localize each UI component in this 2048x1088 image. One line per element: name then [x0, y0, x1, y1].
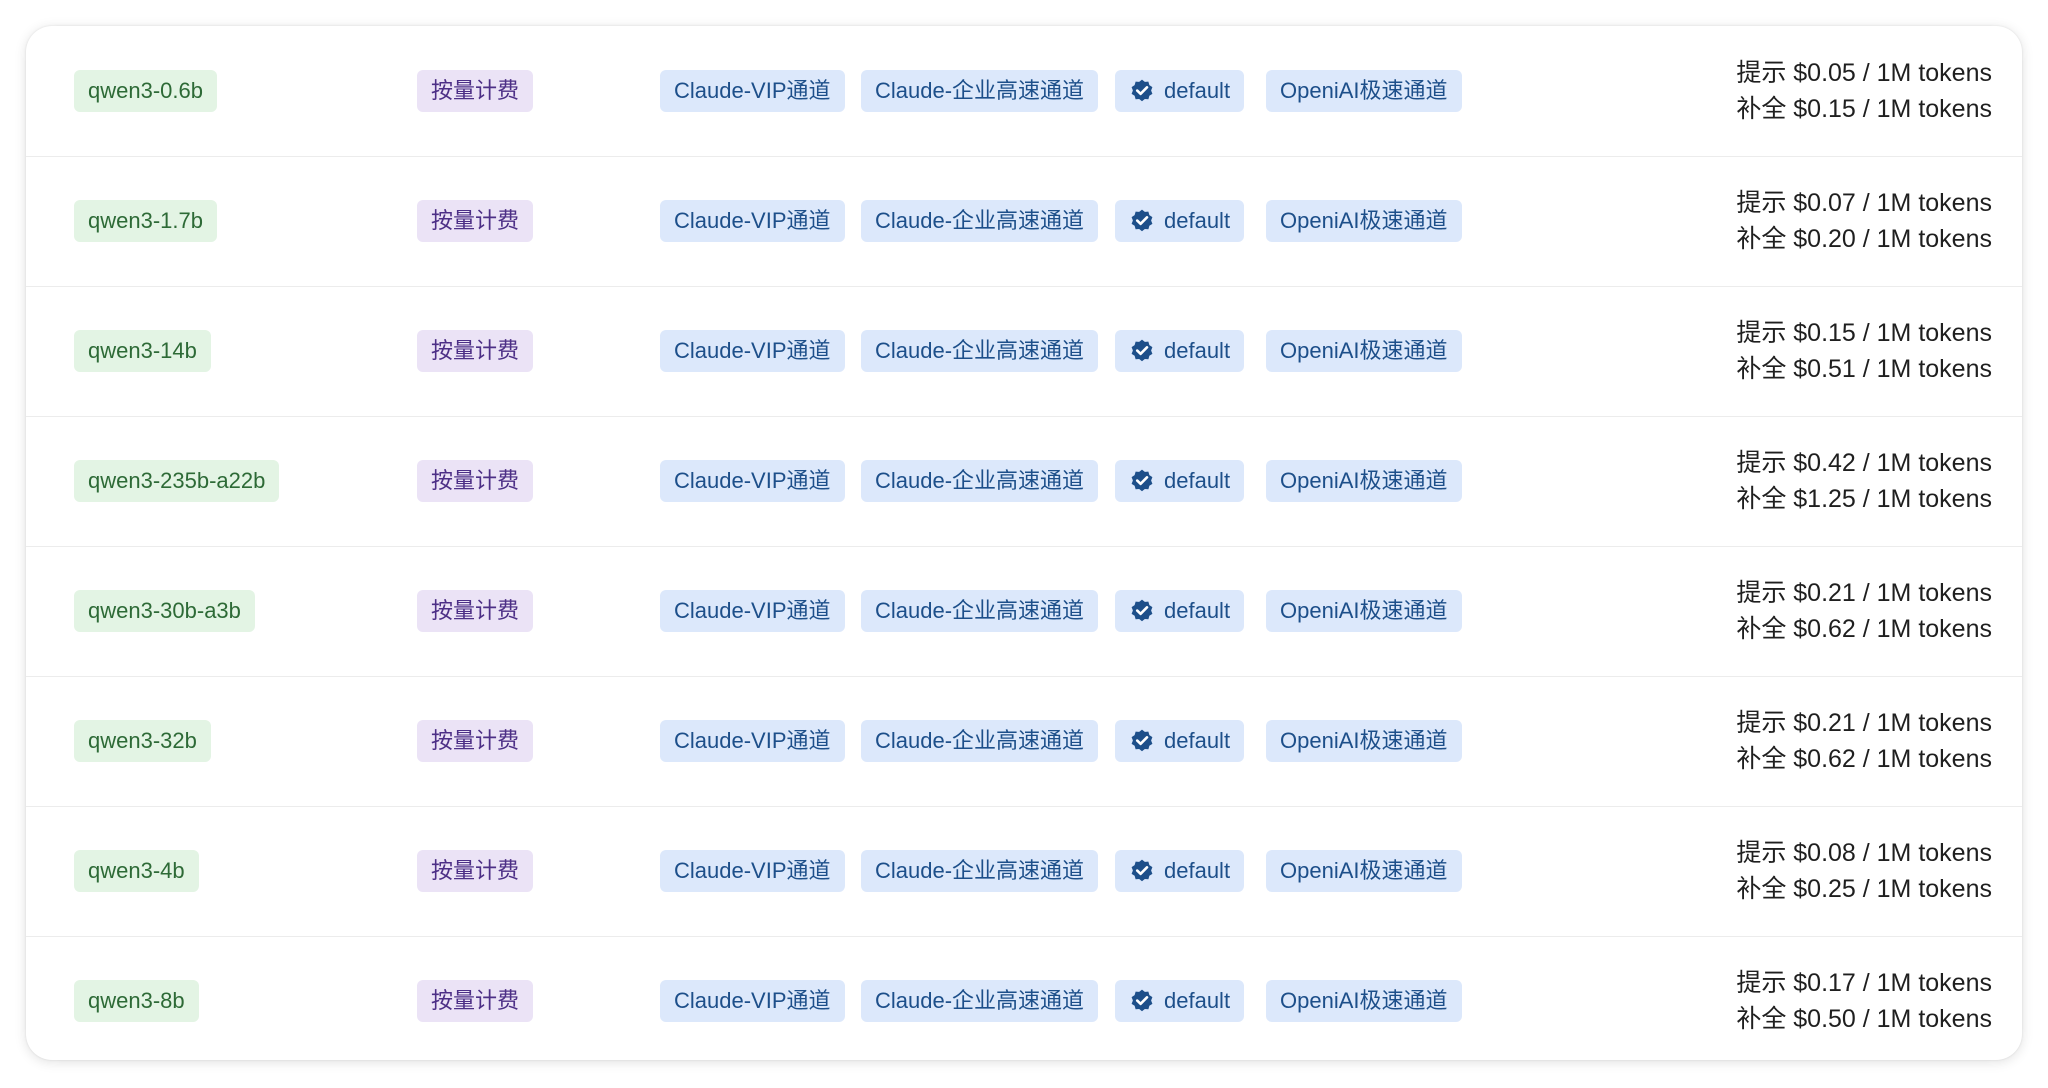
group-tag-default[interactable]: default [1115, 720, 1245, 762]
pricing-table: qwen3-0.6b 按量计费 Claude-VIP通道 Claude-企业高速… [26, 26, 2022, 1060]
completion-price: 补全 $0.50 / 1M tokens [1736, 1005, 1992, 1033]
group-tag-claude-enterprise[interactable]: Claude-企业高速通道 [861, 70, 1099, 112]
group-tag-openai-fast[interactable]: OpeniAI极速通道 [1266, 70, 1462, 112]
group-tag-claude-vip[interactable]: Claude-VIP通道 [660, 590, 845, 632]
group-tag-default-label: default [1164, 598, 1231, 623]
prompt-price: 提示 $0.08 / 1M tokens [1736, 839, 1992, 867]
model-name-tag[interactable]: qwen3-235b-a22b [74, 460, 280, 502]
completion-price: 补全 $0.20 / 1M tokens [1736, 225, 1992, 253]
completion-price: 补全 $0.15 / 1M tokens [1736, 95, 1992, 123]
group-tag-default[interactable]: default [1115, 590, 1245, 632]
price-info: 提示 $0.07 / 1M tokens 补全 $0.20 / 1M token… [1736, 185, 1992, 257]
group-tag-default-label: default [1164, 988, 1231, 1013]
group-tag-openai-fast[interactable]: OpeniAI极速通道 [1266, 590, 1462, 632]
group-tag-claude-vip[interactable]: Claude-VIP通道 [660, 460, 845, 502]
table-row[interactable]: qwen3-14b 按量计费 Claude-VIP通道 Claude-企业高速通… [26, 286, 2022, 417]
group-tag-claude-vip[interactable]: Claude-VIP通道 [660, 330, 845, 372]
group-tag-claude-vip[interactable]: Claude-VIP通道 [660, 720, 845, 762]
billing-type-tag: 按量计费 [417, 850, 534, 892]
prompt-price: 提示 $0.05 / 1M tokens [1736, 59, 1992, 87]
prompt-price: 提示 $0.15 / 1M tokens [1736, 319, 1992, 347]
group-tag-openai-fast[interactable]: OpeniAI极速通道 [1266, 200, 1462, 242]
price-info: 提示 $0.05 / 1M tokens 补全 $0.15 / 1M token… [1736, 55, 1992, 127]
model-name-tag[interactable]: qwen3-1.7b [74, 200, 217, 242]
group-tag-default-label: default [1164, 208, 1231, 233]
group-tag-default[interactable]: default [1115, 200, 1245, 242]
group-tag-openai-fast[interactable]: OpeniAI极速通道 [1266, 330, 1462, 372]
price-info: 提示 $0.21 / 1M tokens 补全 $0.62 / 1M token… [1736, 705, 1992, 777]
billing-type-tag: 按量计费 [417, 720, 534, 762]
price-info: 提示 $0.15 / 1M tokens 补全 $0.51 / 1M token… [1736, 315, 1992, 387]
model-name-tag[interactable]: qwen3-14b [74, 330, 211, 372]
table-row[interactable]: qwen3-30b-a3b 按量计费 Claude-VIP通道 Claude-企… [26, 546, 2022, 677]
group-tag-claude-vip[interactable]: Claude-VIP通道 [660, 980, 845, 1022]
completion-price: 补全 $0.62 / 1M tokens [1736, 615, 1992, 643]
group-tag-claude-vip[interactable]: Claude-VIP通道 [660, 70, 845, 112]
group-tag-claude-enterprise[interactable]: Claude-企业高速通道 [861, 590, 1099, 632]
billing-type-tag: 按量计费 [417, 980, 534, 1022]
billing-type-tag: 按量计费 [417, 200, 534, 242]
table-row[interactable]: qwen3-8b 按量计费 Claude-VIP通道 Claude-企业高速通道… [26, 936, 2022, 1060]
group-tag-default-label: default [1164, 468, 1231, 493]
billing-type-tag: 按量计费 [417, 330, 534, 372]
billing-type-tag: 按量计费 [417, 590, 534, 632]
price-info: 提示 $0.17 / 1M tokens 补全 $0.50 / 1M token… [1736, 965, 1992, 1037]
completion-price: 补全 $0.25 / 1M tokens [1736, 875, 1992, 903]
verified-check-icon [1131, 469, 1153, 492]
group-tag-openai-fast[interactable]: OpeniAI极速通道 [1266, 460, 1462, 502]
verified-check-icon [1131, 859, 1153, 882]
group-tag-default-label: default [1164, 728, 1231, 753]
table-row[interactable]: qwen3-235b-a22b 按量计费 Claude-VIP通道 Claude… [26, 416, 2022, 547]
group-tag-openai-fast[interactable]: OpeniAI极速通道 [1266, 980, 1462, 1022]
verified-check-icon [1131, 599, 1153, 622]
group-tag-default[interactable]: default [1115, 980, 1245, 1022]
group-tag-default[interactable]: default [1115, 330, 1245, 372]
price-info: 提示 $0.08 / 1M tokens 补全 $0.25 / 1M token… [1736, 835, 1992, 907]
table-row[interactable]: qwen3-1.7b 按量计费 Claude-VIP通道 Claude-企业高速… [26, 156, 2022, 287]
completion-price: 补全 $1.25 / 1M tokens [1736, 485, 1992, 513]
model-name-tag[interactable]: qwen3-30b-a3b [74, 590, 255, 632]
price-info: 提示 $0.21 / 1M tokens 补全 $0.62 / 1M token… [1736, 575, 1992, 647]
verified-check-icon [1131, 209, 1153, 232]
group-tag-claude-enterprise[interactable]: Claude-企业高速通道 [861, 850, 1099, 892]
group-tag-default-label: default [1164, 338, 1231, 363]
model-name-tag[interactable]: qwen3-32b [74, 720, 211, 762]
group-tag-default[interactable]: default [1115, 850, 1245, 892]
group-tag-default[interactable]: default [1115, 70, 1245, 112]
prompt-price: 提示 $0.21 / 1M tokens [1736, 579, 1992, 607]
group-tag-claude-enterprise[interactable]: Claude-企业高速通道 [861, 460, 1099, 502]
completion-price: 补全 $0.62 / 1M tokens [1736, 745, 1992, 773]
prompt-price: 提示 $0.21 / 1M tokens [1736, 709, 1992, 737]
group-tag-claude-enterprise[interactable]: Claude-企业高速通道 [861, 720, 1099, 762]
verified-check-icon [1131, 729, 1153, 752]
group-tag-openai-fast[interactable]: OpeniAI极速通道 [1266, 720, 1462, 762]
verified-check-icon [1131, 339, 1153, 362]
group-tag-default-label: default [1164, 78, 1231, 103]
prompt-price: 提示 $0.42 / 1M tokens [1736, 449, 1992, 477]
table-row[interactable]: qwen3-32b 按量计费 Claude-VIP通道 Claude-企业高速通… [26, 676, 2022, 807]
model-name-tag[interactable]: qwen3-0.6b [74, 70, 217, 112]
model-name-tag[interactable]: qwen3-8b [74, 980, 199, 1022]
group-tag-claude-vip[interactable]: Claude-VIP通道 [660, 850, 845, 892]
group-tag-claude-enterprise[interactable]: Claude-企业高速通道 [861, 200, 1099, 242]
group-tag-claude-vip[interactable]: Claude-VIP通道 [660, 200, 845, 242]
verified-check-icon [1131, 79, 1153, 102]
completion-price: 补全 $0.51 / 1M tokens [1736, 355, 1992, 383]
group-tag-default[interactable]: default [1115, 460, 1245, 502]
group-tag-default-label: default [1164, 858, 1231, 883]
price-info: 提示 $0.42 / 1M tokens 补全 $1.25 / 1M token… [1736, 445, 1992, 517]
prompt-price: 提示 $0.17 / 1M tokens [1736, 969, 1992, 997]
billing-type-tag: 按量计费 [417, 70, 534, 112]
table-row[interactable]: qwen3-4b 按量计费 Claude-VIP通道 Claude-企业高速通道… [26, 806, 2022, 937]
verified-check-icon [1131, 989, 1153, 1012]
model-name-tag[interactable]: qwen3-4b [74, 850, 199, 892]
group-tag-openai-fast[interactable]: OpeniAI极速通道 [1266, 850, 1462, 892]
group-tag-claude-enterprise[interactable]: Claude-企业高速通道 [861, 330, 1099, 372]
billing-type-tag: 按量计费 [417, 460, 534, 502]
group-tag-claude-enterprise[interactable]: Claude-企业高速通道 [861, 980, 1099, 1022]
prompt-price: 提示 $0.07 / 1M tokens [1736, 189, 1992, 217]
table-row[interactable]: qwen3-0.6b 按量计费 Claude-VIP通道 Claude-企业高速… [26, 26, 2022, 157]
